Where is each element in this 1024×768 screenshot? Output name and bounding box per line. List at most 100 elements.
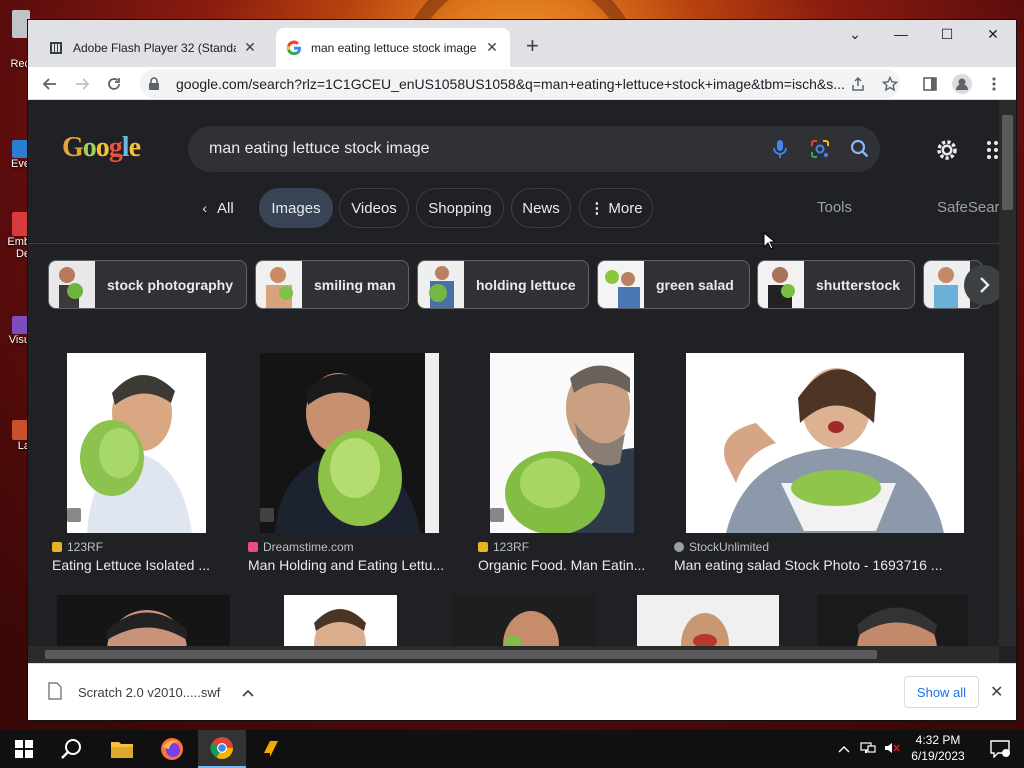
result-caption[interactable]: Man Holding and Eating Lettu... [248,557,453,573]
address-bar[interactable]: google.com/search?rlz=1C1GCEU_enUS1058US… [140,69,900,98]
result-source[interactable]: Dreamstime.com [248,540,354,554]
safesearch-button[interactable]: SafeSearch [937,199,999,216]
firefox-icon[interactable] [148,730,196,768]
result-image[interactable] [284,595,397,646]
mouse-cursor-icon [763,231,777,250]
scrollbar-thumb[interactable] [45,650,877,659]
search-box[interactable]: man eating lettuce stock image [188,126,880,172]
desktop-icon-la[interactable]: La [0,420,30,452]
close-download-bar-icon[interactable]: ✕ [990,682,1003,702]
tab-more[interactable]: ⋮ More [579,188,653,228]
search-icon[interactable] [840,129,880,169]
tab-google-search[interactable]: man eating lettuce stock image - Google … [276,28,510,67]
file-explorer-icon[interactable] [98,730,146,768]
source-globe-icon [674,542,684,552]
chip-label: smiling man [314,276,396,293]
google-apps-grid-icon[interactable] [986,140,999,160]
related-search-chip[interactable]: stock photography [48,260,247,309]
chrome-icon[interactable] [198,730,246,768]
tab-flash-player[interactable]: Adobe Flash Player 32 (Standalone) ✕ [38,28,268,67]
tab-label: All [217,199,234,217]
voice-search-mic-icon[interactable] [760,129,800,169]
download-bar: Scratch 2.0 v2010.....swf Show all ✕ [28,663,1016,720]
tab-label: News [522,199,560,217]
search-query-text: man eating lettuce stock image [209,140,430,157]
chip-thumbnail [49,261,95,308]
close-tab-icon[interactable]: ✕ [484,39,500,56]
result-source[interactable]: StockUnlimited [674,540,769,554]
result-caption[interactable]: Eating Lettuce Isolated ... [52,557,222,573]
result-image[interactable] [260,353,439,533]
show-all-downloads-button[interactable]: Show all [904,676,979,708]
bookmark-star-icon[interactable] [878,72,902,96]
chip-label: stock photography [107,276,234,293]
close-tab-icon[interactable]: ✕ [242,39,258,56]
chip-label: green salad [656,276,734,293]
close-window-button[interactable]: ✕ [978,26,1008,43]
vertical-scrollbar[interactable] [999,100,1016,646]
related-search-chip[interactable]: holding lettuce [417,260,589,309]
share-icon[interactable] [846,72,870,96]
result-image[interactable] [451,595,597,646]
tab-all[interactable]: ‹ All [190,188,246,228]
chevron-up-icon[interactable] [838,742,850,756]
desktop-icon-recycle-bin[interactable]: Rec [0,10,30,70]
result-image[interactable] [686,353,964,533]
notifications-icon[interactable] [976,730,1024,768]
tab-news[interactable]: News [511,188,571,228]
chip-label: holding lettuce [476,276,576,293]
chip-thumbnail [418,261,464,308]
result-source[interactable]: 123RF [478,540,529,554]
minimize-button[interactable]: — [886,26,916,42]
download-item[interactable]: Scratch 2.0 v2010.....swf [48,682,254,703]
more-vertical-icon: ⋮ [589,200,605,217]
source-favicon-icon [52,542,62,552]
network-icon[interactable] [860,741,876,758]
result-image[interactable] [67,353,206,533]
taskbar-clock[interactable]: 4:32 PM 6/19/2023 [890,732,986,764]
desktop-icon-eve[interactable]: Eve [0,140,30,170]
chevron-up-icon[interactable] [242,685,254,700]
google-doodle-logo[interactable]: Google [62,132,141,164]
tools-button[interactable]: Tools [817,199,852,216]
tab-search-dropdown-icon[interactable]: ⌄ [840,26,870,43]
result-source[interactable]: 123RF [52,540,103,554]
tab-videos[interactable]: Videos [339,188,409,228]
settings-gear-icon[interactable] [934,137,960,163]
result-image[interactable] [57,595,230,646]
chip-label: shutterstock [816,276,901,293]
related-search-chip[interactable]: shutterstock [757,260,915,309]
result-caption[interactable]: Organic Food. Man Eatin... [478,557,653,573]
back-arrow-icon[interactable] [38,72,62,96]
windows-start-icon[interactable] [0,730,48,768]
tab-images[interactable]: Images [259,188,333,228]
forward-arrow-icon[interactable] [70,72,94,96]
result-image[interactable] [490,353,634,533]
search-icon[interactable] [48,730,96,768]
result-image[interactable] [817,595,968,646]
chevron-right-icon[interactable] [964,265,999,305]
tab-label: Images [271,199,321,217]
google-lens-icon[interactable] [800,129,840,169]
chip-thumbnail [256,261,302,308]
scrollbar-thumb[interactable] [1002,115,1013,210]
maximize-button[interactable]: ☐ [932,26,962,43]
tab-shopping[interactable]: Shopping [416,188,504,228]
desktop-icon-visual[interactable]: Visu [0,316,30,346]
desktop-icon-embedded[interactable]: Emb De [0,212,30,260]
new-tab-button[interactable]: + [526,35,539,57]
related-search-chip[interactable]: green salad [597,260,750,309]
desktop-icon-label: Emb [7,236,30,248]
result-image[interactable] [637,595,779,646]
side-panel-icon[interactable] [918,72,942,96]
horizontal-scrollbar[interactable] [28,646,999,663]
result-caption[interactable]: Man eating salad Stock Photo - 1693716 .… [674,557,974,573]
scratch-app-icon[interactable] [246,730,294,768]
browser-menu-icon[interactable] [982,72,1006,96]
source-name: StockUnlimited [689,540,770,554]
reload-icon[interactable] [102,72,126,96]
tab-label: Videos [351,199,397,217]
profile-avatar-icon[interactable] [950,72,974,96]
source-favicon-icon [248,542,258,552]
related-search-chip[interactable]: smiling man [255,260,409,309]
